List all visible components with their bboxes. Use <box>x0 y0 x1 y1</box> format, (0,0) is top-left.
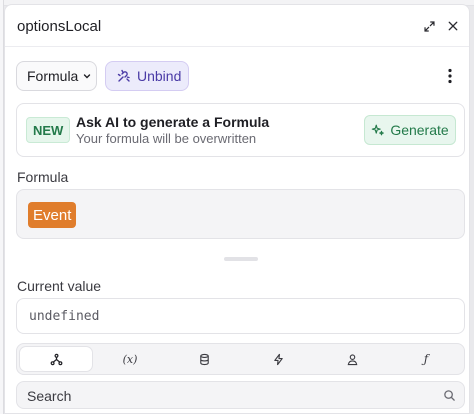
variable-icon: (x) <box>122 352 138 366</box>
search-input[interactable] <box>27 386 427 406</box>
mode-dropdown-label: Formula <box>27 68 79 84</box>
formula-editor[interactable]: Event <box>16 189 465 239</box>
ai-card-subtitle: Your formula will be overwritten <box>76 131 257 146</box>
panel-title: optionsLocal <box>17 18 102 35</box>
expand-icon[interactable] <box>419 16 439 36</box>
binding-panel: optionsLocal Formula Unbind NEW Ask AI t… <box>4 4 470 414</box>
formula-token[interactable]: Event <box>28 202 77 228</box>
database-icon <box>199 353 209 365</box>
search-bar <box>16 381 465 409</box>
unbind-icon <box>117 69 130 82</box>
mode-dropdown[interactable]: Formula <box>16 61 97 91</box>
lightning-icon <box>273 353 283 365</box>
generate-button[interactable]: Generate <box>364 115 456 145</box>
search-icon <box>444 390 455 401</box>
tab-functions[interactable]: ƒ <box>390 347 462 371</box>
current-value-label: Current value <box>17 278 102 294</box>
resize-handle[interactable] <box>224 257 258 261</box>
current-value-text: undefined <box>29 309 100 324</box>
function-icon: ƒ <box>423 352 429 366</box>
unbind-button[interactable]: Unbind <box>105 61 189 91</box>
ai-generate-card: NEW Ask AI to generate a Formula Your fo… <box>16 103 465 157</box>
tab-data[interactable] <box>168 347 240 371</box>
ai-card-title: Ask AI to generate a Formula <box>76 114 270 130</box>
generate-label: Generate <box>390 122 449 138</box>
tab-workflow[interactable] <box>20 347 92 371</box>
source-tabs: (x) ƒ <box>16 343 465 375</box>
new-badge: NEW <box>26 117 71 143</box>
unbind-label: Unbind <box>137 68 182 84</box>
tab-variables[interactable]: (x) <box>94 347 166 371</box>
tab-events[interactable] <box>242 347 314 371</box>
kebab-icon[interactable] <box>443 65 457 87</box>
sparkle-icon <box>372 124 385 136</box>
formula-label: Formula <box>17 169 69 185</box>
close-icon[interactable] <box>443 16 463 36</box>
tab-user[interactable] <box>316 347 388 371</box>
workflow-icon <box>50 353 62 365</box>
user-icon <box>347 353 357 365</box>
current-value-box: undefined <box>16 298 465 334</box>
panel-header: optionsLocal <box>5 5 469 47</box>
chevron-down-icon <box>84 74 91 79</box>
